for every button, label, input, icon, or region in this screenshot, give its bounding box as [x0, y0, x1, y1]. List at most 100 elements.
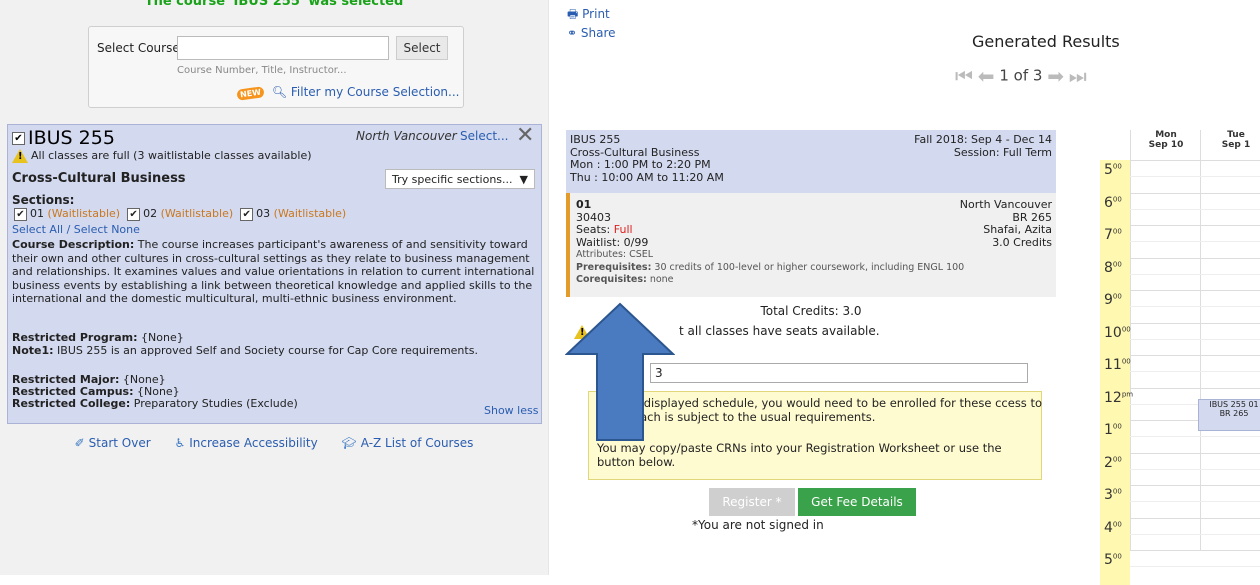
section-checkbox[interactable]: ✔	[127, 207, 141, 221]
hour-label: 1100	[1104, 357, 1131, 373]
schedule-course-info: IBUS 255 Cross-Cultural Business Mon : 1…	[570, 133, 724, 184]
section-item[interactable]: ✔ 03 (Waitlistable)	[240, 207, 346, 221]
grid-line	[1130, 387, 1260, 389]
start-over-link[interactable]: ✐ Start Over	[75, 436, 151, 450]
day-header-mon: Mon Sep 10	[1130, 130, 1201, 158]
section-checkbox[interactable]: ✔	[240, 207, 254, 221]
show-less-link[interactable]: Show less	[484, 404, 538, 417]
accessibility-link[interactable]: ♿ Increase Accessibility	[174, 436, 317, 450]
register-button[interactable]: Register *	[709, 488, 795, 516]
az-list-link[interactable]: 🎓︎ A-Z List of Courses	[342, 436, 474, 450]
grid-line	[1130, 160, 1260, 161]
filter-course-link[interactable]: NEW 🔍︎ Filter my Course Selection...	[236, 85, 460, 101]
warning-icon: !	[12, 149, 28, 163]
corequisites: none	[649, 274, 674, 285]
results-pager: ⏮ ⬅ 1 of 3 ➡ ⏭	[955, 64, 1087, 88]
sections-label: Sections:	[12, 193, 75, 207]
hour-label: 1000	[1104, 324, 1131, 341]
share-link[interactable]: ⚭ Share	[567, 26, 616, 40]
course-description: Course Description: The course increases…	[12, 238, 538, 306]
full-warning-text: All classes are full (3 waitlistable cla…	[31, 149, 312, 162]
grid-line	[1130, 501, 1260, 503]
attributes: Attributes: CSEL	[576, 249, 654, 260]
last-page-icon[interactable]: ⏭	[1069, 64, 1087, 88]
campus-label: North Vancouver	[356, 129, 457, 143]
course-input-hint: Course Number, Title, Instructor...	[177, 65, 347, 76]
grid-line	[1130, 485, 1260, 486]
sections-list: ✔ 01 (Waitlistable) ✔ 02 (Waitlistable) ✔ 0…	[14, 207, 346, 221]
hour-label: 300	[1104, 487, 1122, 503]
calendar-event[interactable]: IBUS 255 01 BR 265	[1198, 399, 1260, 431]
grid-line	[1130, 517, 1260, 519]
full-warning: ! All classes are full (3 waitlistable cl…	[12, 149, 312, 163]
select-button[interactable]: Select	[396, 36, 448, 60]
prerequisites: 30 credits of 100-level or higher course…	[654, 261, 965, 273]
pane-divider	[548, 0, 549, 575]
left-pane: The course 'IBUS 255' was selected Selec…	[0, 0, 548, 575]
grid-line	[1130, 533, 1260, 535]
grid-line	[1130, 208, 1260, 210]
seats: Seats: Full	[576, 223, 633, 236]
annotation-arrow	[565, 302, 675, 441]
arrow-shape	[565, 302, 675, 441]
restricted-program: Restricted Program: {None} Note1: IBUS 2…	[12, 331, 478, 357]
course-checkbox[interactable]: ✔	[12, 132, 25, 145]
select-all-none-link[interactable]: Select All / Select None	[12, 223, 140, 236]
hour-label: 900	[1104, 292, 1122, 308]
section-checkbox[interactable]: ✔	[14, 207, 27, 221]
course-code-text: IBUS 255	[28, 127, 115, 149]
share-icon: ⚭	[567, 26, 581, 40]
close-icon[interactable]: ✕	[516, 125, 534, 147]
grid-line	[1130, 306, 1260, 308]
section-item[interactable]: ✔ 01 (Waitlistable)	[14, 207, 120, 221]
section-item[interactable]: ✔ 02 (Waitlistable)	[127, 207, 233, 221]
hour-label: 600	[1104, 194, 1122, 211]
bottom-links: ✐ Start Over ♿ Increase Accessibility 🎓︎ A-…	[0, 436, 548, 450]
waitlist: Waitlist: 0/99	[576, 235, 649, 249]
course-card: ✔ IBUS 255 North Vancouver Select... ✕ ! A…	[7, 124, 542, 424]
schedule-header: IBUS 255 Cross-Cultural Business Mon : 1…	[566, 130, 1056, 193]
try-sections-label: Try specific sections...	[392, 173, 513, 186]
course-title: Cross-Cultural Business	[12, 171, 186, 186]
course-select-box: Select Course Select Course Number, Titl…	[88, 26, 464, 108]
crn-list-field[interactable]: 3	[650, 363, 1028, 383]
search-icon: 🔍︎	[271, 85, 288, 99]
try-sections-select[interactable]: Try specific sections... ▼	[385, 169, 535, 189]
section-details-left: 01 30403 Seats: Full Waitlist: 0/99 Attr…	[576, 198, 965, 285]
grid-line	[1130, 550, 1260, 551]
section-number: 01	[576, 198, 592, 211]
grid-line	[1130, 290, 1260, 291]
crn: 30403	[576, 210, 611, 224]
section-details-right: North Vancouver BR 265 Shafai, Azita 3.0…	[959, 198, 1052, 249]
week-calendar: Mon Sep 10 Tue Sep 1 500 600 700 800 900 1000…	[1070, 130, 1260, 585]
course-search-input[interactable]	[177, 36, 389, 60]
grid-line	[1130, 176, 1260, 178]
first-page-icon[interactable]: ⏮	[955, 64, 973, 88]
hour-label: 700	[1104, 227, 1122, 243]
section-details: 01 30403 Seats: Full Waitlist: 0/99 Attr…	[566, 193, 1056, 297]
grid-line	[1130, 371, 1260, 373]
page-indicator: 1 of 3	[999, 66, 1043, 85]
hour-label: 800	[1104, 259, 1122, 276]
prev-page-icon[interactable]: ⬅	[978, 64, 995, 88]
filter-link-label: Filter my Course Selection...	[290, 85, 460, 99]
get-fee-details-button[interactable]: Get Fee Details	[798, 488, 916, 516]
grid-line	[1130, 566, 1260, 568]
section-instructor: Shafai, Azita	[983, 223, 1052, 236]
grid-line	[1130, 241, 1260, 243]
grid-line	[1130, 452, 1260, 454]
print-link[interactable]: 🖶 Print	[567, 5, 610, 26]
hour-label: 500	[1104, 162, 1122, 178]
next-page-icon[interactable]: ➡	[1047, 64, 1064, 88]
new-badge: NEW	[236, 86, 265, 101]
grid-line	[1130, 192, 1260, 194]
section-campus: North Vancouver	[959, 198, 1052, 211]
grid-line	[1130, 225, 1260, 226]
grid-line	[1130, 273, 1260, 275]
info-note-copy-text: You may copy/paste CRNs into your Regist…	[597, 441, 1002, 469]
desc-label: Course Description:	[12, 238, 135, 251]
grid-line	[1130, 338, 1260, 340]
seats-warning-text: t all classes have seats available.	[679, 324, 880, 338]
select-dropdown-link[interactable]: Select...	[460, 129, 508, 143]
course-code: ✔ IBUS 255	[12, 127, 115, 149]
